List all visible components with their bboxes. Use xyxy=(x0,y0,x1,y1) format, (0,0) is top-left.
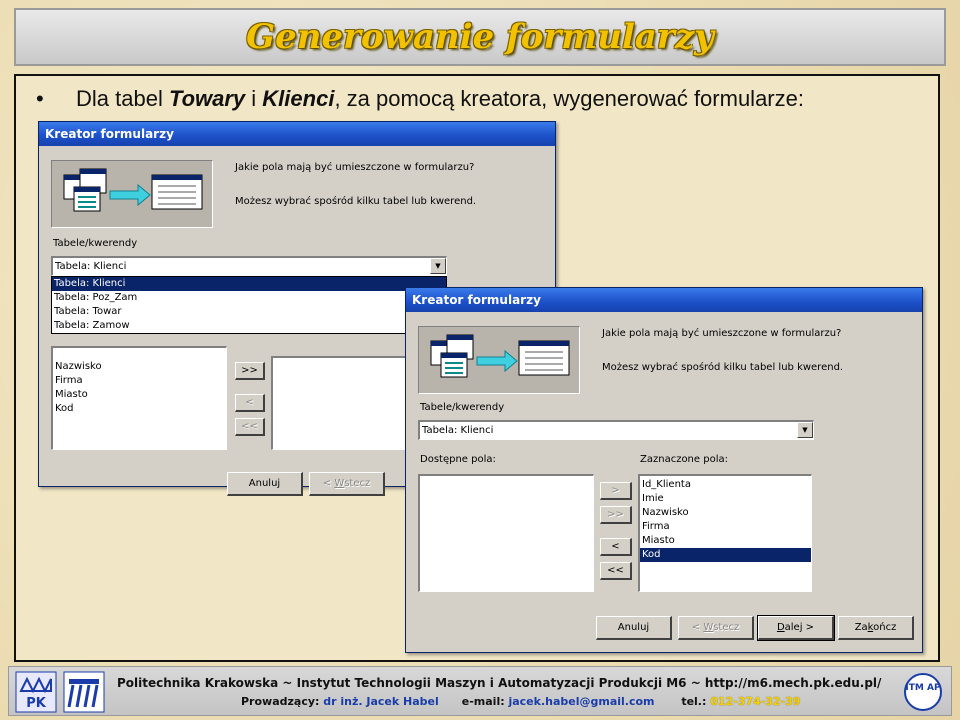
footer-institution: Politechnika Krakowska ~ Instytut Techno… xyxy=(117,676,882,690)
list-item[interactable]: Miasto xyxy=(53,388,226,402)
dropdown-item[interactable]: Tabela: Zamow xyxy=(52,319,446,333)
question-text: Jakie pola mają być umieszczone w formul… xyxy=(235,162,475,173)
cancel-button[interactable]: Anuluj xyxy=(596,616,672,640)
dropdown-item[interactable]: Tabela: Klienci xyxy=(52,277,446,291)
move-all-button[interactable]: >> xyxy=(600,506,632,524)
tables-label: Tabele/kwerendy xyxy=(53,238,138,249)
available-fields-list[interactable] xyxy=(418,474,594,592)
remove-all-button[interactable]: << xyxy=(235,418,265,436)
selected-fields-label: Zaznaczone pola: xyxy=(640,454,728,465)
list-item[interactable]: Kod xyxy=(640,548,811,562)
next-button[interactable]: Dalej > xyxy=(757,615,835,641)
list-item[interactable]: Imie xyxy=(640,492,811,506)
dropdown-item[interactable]: Tabela: Poz_Zam xyxy=(52,291,446,305)
combo-arrow-icon[interactable]: ▼ xyxy=(797,422,813,438)
list-item[interactable]: Miasto xyxy=(640,534,811,548)
wizard-illustration xyxy=(51,160,213,228)
remove-one-button[interactable]: < xyxy=(235,394,265,412)
list-item[interactable]: Firma xyxy=(53,374,226,388)
back-button[interactable]: < Wstecz xyxy=(309,472,385,496)
move-all-button[interactable]: >> xyxy=(235,362,265,380)
phone-number: 012-374-32-39 xyxy=(710,695,801,708)
footer-contact: Prowadzący: dr inż. Jacek Habel e-mail: … xyxy=(241,695,801,708)
tables-combo[interactable]: Tabela: Klienci ▼ xyxy=(51,256,447,276)
slide-title: Generowanie formularzy xyxy=(246,17,714,57)
tables-combo[interactable]: Tabela: Klienci ▼ xyxy=(418,420,814,440)
institute-logo-icon xyxy=(63,671,105,713)
tables-to-form-icon xyxy=(63,168,203,212)
hint-text: Możesz wybrać spośród kilku tabel lub kw… xyxy=(235,196,477,207)
lecturer-name: dr inż. Jacek Habel xyxy=(323,695,439,708)
remove-all-button[interactable]: << xyxy=(600,562,632,580)
bullet-text: • Dla tabel Towary i Klienci, za pomocą k… xyxy=(36,86,804,111)
list-item[interactable]: Nazwisko xyxy=(53,360,226,374)
list-item[interactable]: Nazwisko xyxy=(640,506,811,520)
move-one-button[interactable]: > xyxy=(600,482,632,500)
available-fields-label: Dostępne pola: xyxy=(420,454,496,465)
pk-logo-icon: PK xyxy=(15,671,57,713)
dropdown-item[interactable]: Tabela: Towar xyxy=(52,305,446,319)
finish-button[interactable]: Zakończ xyxy=(838,616,914,640)
cancel-button[interactable]: Anuluj xyxy=(227,472,303,496)
bullet-icon: • xyxy=(36,86,44,111)
slide-title-bar: Generowanie formularzy xyxy=(14,8,946,66)
footer: PK Politechnika Krakowska ~ Instytut Tec… xyxy=(8,666,952,716)
dialog-1-title: Kreator formularzy xyxy=(39,122,555,146)
list-item[interactable]: Firma xyxy=(640,520,811,534)
selected-fields-list[interactable]: Id_Klienta Imie Nazwisko Firma Miasto Ko… xyxy=(638,474,812,592)
available-fields-list[interactable]: Nazwisko Firma Miasto Kod xyxy=(51,346,227,450)
remove-one-button[interactable]: < xyxy=(600,538,632,556)
question-text: Jakie pola mają być umieszczone w formul… xyxy=(602,328,842,339)
form-wizard-dialog-2: Kreator formularzy Jakie pola mają być u… xyxy=(405,287,923,653)
svg-text:PK: PK xyxy=(26,696,47,711)
list-item[interactable]: Id_Klienta xyxy=(640,478,811,492)
back-button[interactable]: < Wstecz xyxy=(678,616,754,640)
svg-text:ITM AP: ITM AP xyxy=(905,683,941,693)
dialog-2-title: Kreator formularzy xyxy=(406,288,922,312)
tables-dropdown[interactable]: Tabela: Klienci Tabela: Poz_Zam Tabela: … xyxy=(51,276,447,334)
list-item[interactable]: Kod xyxy=(53,402,226,416)
tables-to-form-icon xyxy=(430,334,570,378)
hint-text: Możesz wybrać spośród kilku tabel lub kw… xyxy=(602,362,844,373)
combo-arrow-icon[interactable]: ▼ xyxy=(430,258,446,274)
email-link[interactable]: jacek.habel@gmail.com xyxy=(508,695,654,708)
wizard-illustration xyxy=(418,326,580,394)
tables-label: Tabele/kwerendy xyxy=(420,402,505,413)
imap-logo-icon: ITM AP xyxy=(904,673,942,711)
